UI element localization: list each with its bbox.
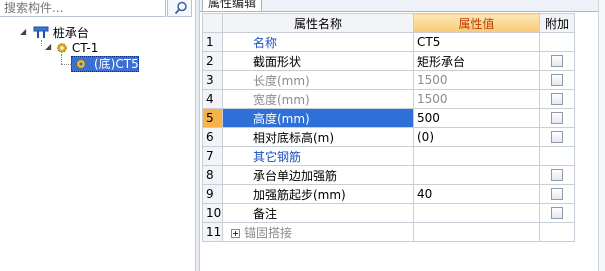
- search-button[interactable]: [167, 0, 192, 17]
- property-value: [413, 146, 540, 166]
- row-number: 10: [202, 203, 223, 223]
- property-value[interactable]: [413, 203, 540, 223]
- component-tree-pane: ◢ 桩承台 ◢ CT-1 (底)CT5: [0, 0, 195, 271]
- vertical-scrollbar[interactable]: [598, 0, 605, 271]
- extra-cell: [539, 165, 575, 185]
- table-row[interactable]: 2 截面形状 矩形承台: [202, 51, 575, 71]
- property-name: 高度(mm): [222, 108, 414, 128]
- property-value: [413, 222, 540, 242]
- tree-node-child-label: CT-1: [71, 41, 99, 55]
- property-value[interactable]: [413, 165, 540, 185]
- extra-cell: [539, 32, 575, 52]
- table-row[interactable]: 1 名称 CT5: [202, 32, 575, 52]
- gear-icon: [57, 43, 67, 53]
- header-value[interactable]: 属性值: [413, 13, 540, 33]
- header-name[interactable]: 属性名称: [222, 13, 414, 33]
- table-row[interactable]: 6 相对底标高(m) (0): [202, 127, 575, 147]
- expand-plus-icon[interactable]: [231, 228, 240, 238]
- grid-header-row: 属性名称 属性值 附加: [202, 13, 575, 33]
- property-name: 备注: [222, 203, 414, 223]
- property-grid: 属性名称 属性值 附加 1 名称 CT5 2 截面形状 矩形承台 3 长度(mm…: [202, 13, 575, 242]
- search-icon: [174, 1, 187, 15]
- property-value[interactable]: (0): [413, 127, 540, 147]
- row-number: 9: [202, 184, 223, 204]
- property-name: 加强筋起步(mm): [222, 184, 414, 204]
- tree-node-child[interactable]: CT-1: [56, 40, 98, 56]
- tab-property-edit[interactable]: 属性编辑: [202, 0, 262, 11]
- gear-icon: [76, 59, 86, 69]
- property-value[interactable]: CT5: [413, 32, 540, 52]
- header-extra[interactable]: 附加: [539, 13, 575, 33]
- tree-node-root[interactable]: 桩承台: [33, 24, 89, 40]
- extra-checkbox[interactable]: [551, 93, 563, 105]
- row-number: 8: [202, 165, 223, 185]
- row-number: 3: [202, 70, 223, 90]
- property-value[interactable]: 1500: [413, 70, 540, 90]
- extra-cell: [539, 203, 575, 223]
- extra-checkbox[interactable]: [551, 207, 563, 219]
- table-row-group[interactable]: 7 其它钢筋: [202, 146, 575, 166]
- row-number: 5: [202, 108, 223, 128]
- row-number: 1: [202, 32, 223, 52]
- table-row-collapsed-group[interactable]: 11 锚固搭接: [202, 222, 575, 242]
- extra-cell: [539, 184, 575, 204]
- property-editor-pane: 属性编辑 属性名称 属性值 附加 1 名称 CT5 2 截面形状 矩形承台 3 …: [200, 0, 605, 271]
- tree-node-leaf-label: (底)CT5: [94, 57, 139, 71]
- extra-cell: [539, 108, 575, 128]
- property-name: 承台单边加强筋: [222, 165, 414, 185]
- tree-connector: [61, 54, 62, 64]
- tree-connector: [61, 64, 71, 65]
- row-number: 4: [202, 89, 223, 109]
- property-group-name: 锚固搭接: [244, 225, 293, 240]
- extra-cell: [539, 222, 575, 242]
- property-value[interactable]: 40: [413, 184, 540, 204]
- component-search-input[interactable]: [0, 0, 166, 17]
- table-row[interactable]: 3 长度(mm) 1500: [202, 70, 575, 90]
- extra-checkbox[interactable]: [551, 55, 563, 67]
- collapse-arrow-icon[interactable]: ◢: [45, 42, 51, 51]
- table-row[interactable]: 8 承台单边加强筋: [202, 165, 575, 185]
- property-name: 宽度(mm): [222, 89, 414, 109]
- extra-checkbox[interactable]: [551, 188, 563, 200]
- tab-strip: 属性编辑: [200, 0, 605, 12]
- row-number: 7: [202, 146, 223, 166]
- property-name: 名称: [222, 32, 414, 52]
- collapse-arrow-icon[interactable]: ◢: [20, 27, 26, 36]
- table-row-selected[interactable]: 5 高度(mm) 500: [202, 108, 575, 128]
- row-number: 11: [202, 222, 223, 242]
- property-group-cell: 锚固搭接: [222, 222, 414, 242]
- tree-node-root-label: 桩承台: [52, 26, 89, 40]
- extra-cell: [539, 51, 575, 71]
- extra-cell: [539, 127, 575, 147]
- property-name: 长度(mm): [222, 70, 414, 90]
- extra-cell: [539, 70, 575, 90]
- extra-checkbox[interactable]: [551, 131, 563, 143]
- property-group-name: 其它钢筋: [222, 146, 414, 166]
- property-value[interactable]: 矩形承台: [413, 51, 540, 71]
- row-number: 2: [202, 51, 223, 71]
- pile-cap-icon: [33, 26, 49, 38]
- extra-checkbox[interactable]: [551, 74, 563, 86]
- property-value[interactable]: 1500: [413, 89, 540, 109]
- row-number: 6: [202, 127, 223, 147]
- extra-cell: [539, 146, 575, 166]
- table-row[interactable]: 4 宽度(mm) 1500: [202, 89, 575, 109]
- tree-connector: [41, 40, 42, 46]
- extra-cell: [539, 89, 575, 109]
- property-name: 相对底标高(m): [222, 127, 414, 147]
- tree-node-leaf-selected[interactable]: (底)CT5: [71, 56, 139, 72]
- extra-checkbox[interactable]: [551, 112, 563, 124]
- property-value-editing[interactable]: 500: [413, 108, 540, 128]
- property-name: 截面形状: [222, 51, 414, 71]
- table-row[interactable]: 9 加强筋起步(mm) 40: [202, 184, 575, 204]
- extra-checkbox[interactable]: [551, 169, 563, 181]
- table-row[interactable]: 10 备注: [202, 203, 575, 223]
- header-index: [202, 13, 223, 33]
